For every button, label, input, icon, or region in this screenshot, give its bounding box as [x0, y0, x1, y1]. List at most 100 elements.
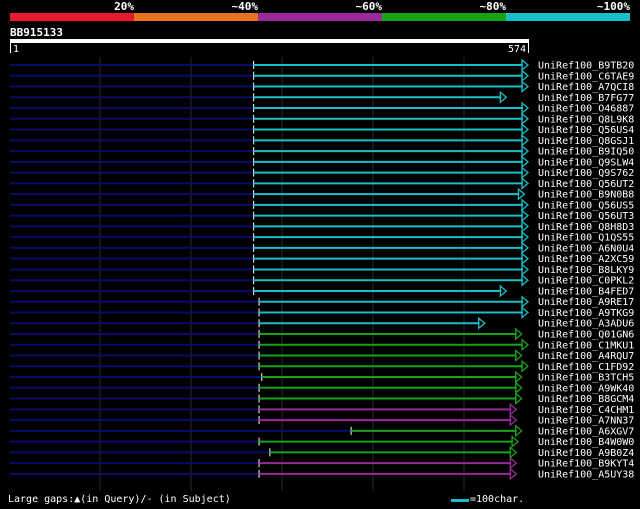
- hit-row[interactable]: UniRef100_A3ADU6: [10, 316, 634, 330]
- hit-row[interactable]: UniRef100_Q8H8D3: [10, 220, 634, 233]
- pct-label-5: ~100%: [597, 0, 630, 13]
- hit-label[interactable]: UniRef100_A7NN37: [538, 416, 634, 427]
- hit-row[interactable]: UniRef100_B9KYT4: [10, 456, 634, 470]
- hit-label[interactable]: UniRef100_Q56US4: [538, 125, 634, 136]
- hit-label[interactable]: UniRef100_B8LKY9: [538, 265, 634, 276]
- hit-label[interactable]: UniRef100_Q56US5: [538, 200, 634, 211]
- query-start-label: 1: [13, 44, 19, 55]
- hit-row[interactable]: UniRef100_B8LKY9: [10, 263, 634, 276]
- hit-label[interactable]: UniRef100_B9IQ50: [538, 147, 634, 158]
- hit-row[interactable]: UniRef100_A4RQU7: [10, 349, 634, 363]
- hit-label[interactable]: UniRef100_B7FG77: [538, 93, 634, 104]
- hit-label[interactable]: UniRef100_A5UY38: [538, 469, 634, 480]
- query-end-label: 574: [508, 44, 526, 55]
- hit-row[interactable]: UniRef100_Q56UT2: [10, 176, 634, 190]
- query-start-tick: [10, 43, 11, 53]
- hit-row[interactable]: UniRef100_Q9S762: [10, 166, 634, 180]
- hit-label[interactable]: UniRef100_A6XGV7: [538, 426, 634, 437]
- hit-label[interactable]: UniRef100_Q8L9K8: [538, 114, 634, 125]
- hit-label[interactable]: UniRef100_B9TB20: [538, 61, 634, 72]
- hit-row[interactable]: UniRef100_Q8GSJ1: [10, 133, 634, 147]
- hit-label[interactable]: UniRef100_B9N0B8: [538, 190, 634, 201]
- identity-bin-3: [258, 13, 382, 21]
- query-name: BB915133: [10, 26, 63, 39]
- hit-label[interactable]: UniRef100_B9KYT4: [538, 459, 634, 470]
- hit-row[interactable]: UniRef100_A9TKG9: [10, 306, 634, 319]
- hit-label[interactable]: UniRef100_Q8H8D3: [538, 222, 634, 233]
- query-end-tick: [528, 43, 529, 53]
- hit-row[interactable]: UniRef100_B3TCH5: [10, 370, 634, 384]
- identity-color-scale: [10, 13, 630, 21]
- hit-row[interactable]: UniRef100_C4CHM1: [10, 402, 634, 416]
- hit-row[interactable]: UniRef100_A6XGV7: [10, 424, 634, 438]
- gap-legend: Large gaps:▲(in Query)/- (in Subject): [8, 494, 231, 505]
- pct-label-4: ~80%: [480, 0, 507, 13]
- pct-label-3: ~60%: [356, 0, 383, 13]
- hit-label[interactable]: UniRef100_Q56UT3: [538, 211, 634, 222]
- hit-row[interactable]: UniRef100_Q9SLW4: [10, 155, 634, 169]
- hit-row[interactable]: UniRef100_A2XC59: [10, 252, 634, 266]
- hit-rows: UniRef100_B9TB20UniRef100_C6TAE9UniRef10…: [10, 58, 634, 481]
- hit-label[interactable]: UniRef100_C4CHM1: [538, 405, 634, 416]
- scale-bar: [451, 499, 469, 502]
- hit-row[interactable]: UniRef100_B9TB20: [10, 58, 634, 72]
- hit-row[interactable]: UniRef100_B9N0B8: [10, 187, 634, 201]
- hit-row[interactable]: UniRef100_B8GCM4: [10, 392, 634, 406]
- hit-row[interactable]: UniRef100_C6TAE9: [10, 69, 634, 83]
- hit-row[interactable]: UniRef100_Q56US4: [10, 123, 634, 137]
- hit-label[interactable]: UniRef100_B4FED7: [538, 286, 634, 297]
- hit-label[interactable]: UniRef100_A4RQU7: [538, 351, 634, 362]
- hit-label[interactable]: UniRef100_Q1QS55: [538, 233, 634, 244]
- identity-scale-labels: 20% ~40% ~60% ~80% ~100%: [114, 0, 630, 13]
- hit-label[interactable]: UniRef100_C0PKL2: [538, 276, 634, 287]
- hit-row[interactable]: UniRef100_B9IQ50: [10, 144, 634, 158]
- hit-row[interactable]: UniRef100_B7FG77: [10, 90, 634, 104]
- hit-label[interactable]: UniRef100_Q01GN6: [538, 330, 634, 341]
- hit-row[interactable]: UniRef100_Q01GN6: [10, 327, 634, 341]
- identity-bin-5: [506, 13, 630, 21]
- hit-row[interactable]: UniRef100_C0PKL2: [10, 273, 634, 287]
- identity-bin-2: [134, 13, 258, 21]
- alignment-diagram: 20% ~40% ~60% ~80% ~100% BB915133 1 574 …: [10, 0, 634, 491]
- pct-label-1: 20%: [114, 0, 134, 13]
- hit-label[interactable]: UniRef100_A9WK40: [538, 383, 634, 394]
- hit-row[interactable]: UniRef100_A9RE17: [10, 295, 634, 309]
- hit-label[interactable]: UniRef100_C1FD92: [538, 362, 634, 373]
- hit-row[interactable]: UniRef100_A9WK40: [10, 381, 634, 395]
- hit-row[interactable]: UniRef100_C1FD92: [10, 359, 634, 373]
- hit-label[interactable]: UniRef100_C6TAE9: [538, 71, 634, 82]
- hit-label[interactable]: UniRef100_A7QCI8: [538, 82, 634, 93]
- hit-label[interactable]: UniRef100_Q9SLW4: [538, 157, 634, 168]
- hit-label[interactable]: UniRef100_A9TKG9: [538, 308, 634, 319]
- hit-row[interactable]: UniRef100_A6N0U4: [10, 241, 634, 255]
- hit-row[interactable]: UniRef100_B4FED7: [10, 284, 634, 298]
- hit-label[interactable]: UniRef100_B8GCM4: [538, 394, 634, 405]
- hit-label[interactable]: UniRef100_B3TCH5: [538, 373, 634, 384]
- identity-bin-4: [382, 13, 506, 21]
- hit-label[interactable]: UniRef100_A9B0Z4: [538, 448, 634, 459]
- query-bar: [10, 39, 529, 43]
- hit-label[interactable]: UniRef100_A3ADU6: [538, 319, 634, 330]
- hit-row[interactable]: UniRef100_Q56UT3: [10, 209, 634, 223]
- hit-label[interactable]: UniRef100_B4W0W0: [538, 437, 634, 448]
- hit-row[interactable]: UniRef100_Q56US5: [10, 198, 634, 212]
- hit-row[interactable]: UniRef100_C1MKU1: [10, 338, 634, 352]
- hit-label[interactable]: UniRef100_A6N0U4: [538, 243, 634, 254]
- hit-label[interactable]: UniRef100_O46887: [538, 104, 634, 115]
- hit-row[interactable]: UniRef100_Q1QS55: [10, 230, 634, 244]
- hit-row[interactable]: UniRef100_A9B0Z4: [10, 445, 634, 459]
- hit-label[interactable]: UniRef100_Q56UT2: [538, 179, 634, 190]
- hit-row[interactable]: UniRef100_A5UY38: [10, 467, 634, 481]
- gridlines: [99, 57, 465, 491]
- hit-label[interactable]: UniRef100_A2XC59: [538, 254, 634, 265]
- hit-row[interactable]: UniRef100_Q8L9K8: [10, 112, 634, 126]
- hit-label[interactable]: UniRef100_Q8GSJ1: [538, 136, 634, 147]
- hit-label[interactable]: UniRef100_C1MKU1: [538, 340, 634, 351]
- hit-row[interactable]: UniRef100_B4W0W0: [10, 435, 634, 449]
- hit-label[interactable]: UniRef100_Q9S762: [538, 168, 634, 179]
- pct-label-2: ~40%: [232, 0, 259, 13]
- hit-label[interactable]: UniRef100_A9RE17: [538, 297, 634, 308]
- hit-row[interactable]: UniRef100_O46887: [10, 101, 634, 115]
- hit-row[interactable]: UniRef100_A7QCI8: [10, 80, 634, 94]
- hit-row[interactable]: UniRef100_A7NN37: [10, 413, 634, 427]
